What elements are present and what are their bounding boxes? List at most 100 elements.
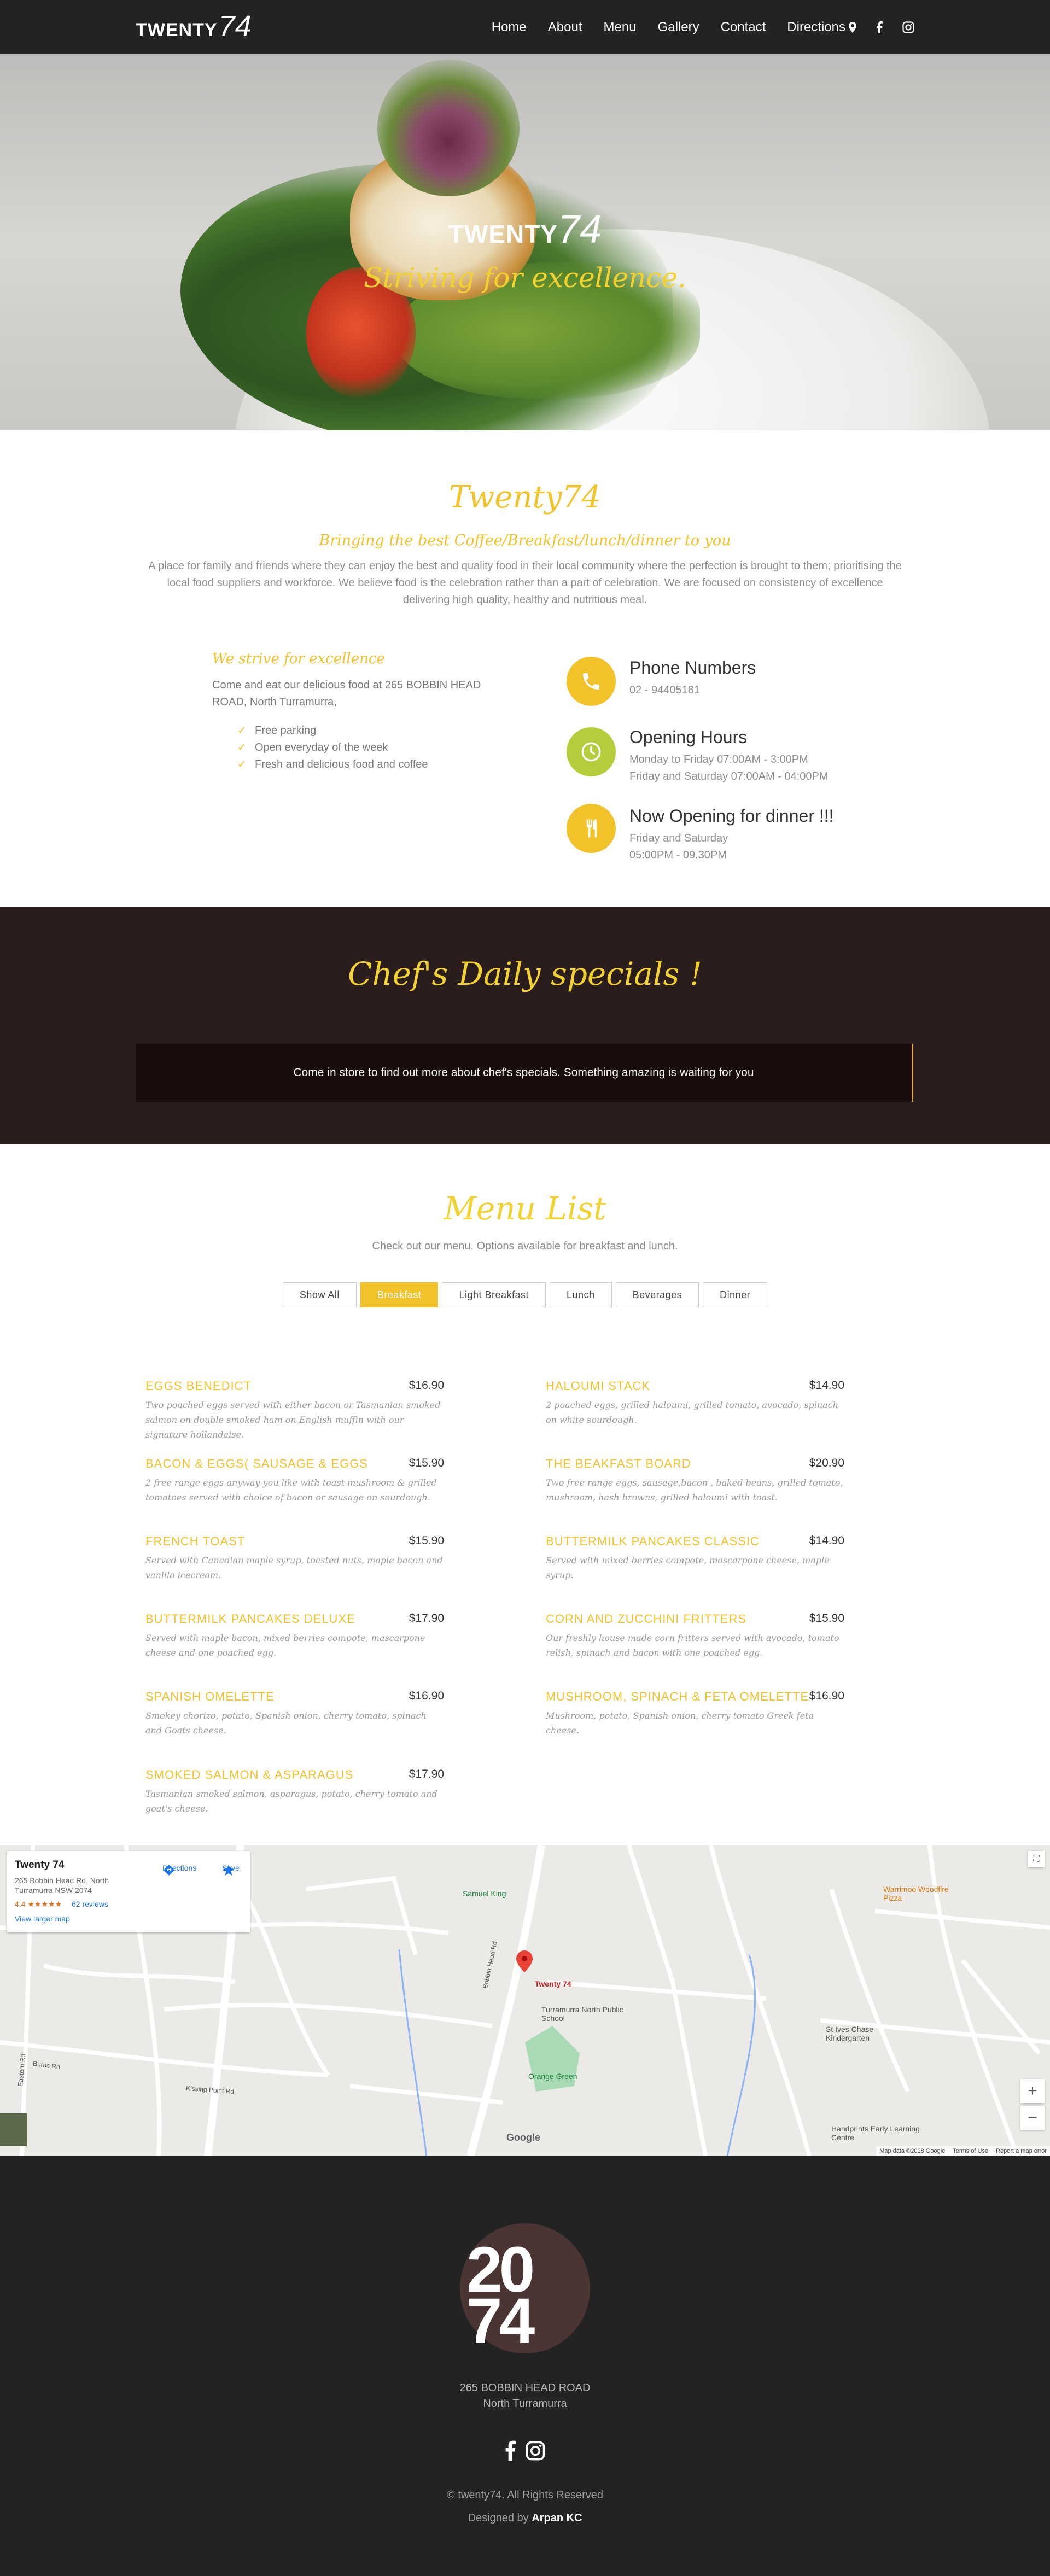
list-item: ✓ Open everyday of the week <box>237 739 428 756</box>
designer-link[interactable]: Arpan KC <box>532 2512 582 2524</box>
menu-item-price: $14.90 <box>809 1379 844 1392</box>
menu-item-price: $15.90 <box>809 1612 844 1625</box>
dinner-title: Now Opening for dinner !!! <box>629 806 834 826</box>
menu-item-price: $14.90 <box>809 1534 844 1547</box>
directions-icon <box>164 1865 174 1876</box>
cutlery-icon <box>567 804 616 853</box>
zoom-in-button[interactable]: + <box>1020 2079 1045 2103</box>
tab-show-all[interactable]: Show All <box>282 1282 357 1307</box>
menu-item-name: The Beakfast Board <box>546 1457 691 1470</box>
menu-item-name: Bacon & Eggs( Sausage & Eggs <box>145 1457 368 1470</box>
hero-logo-number: 74 <box>558 208 602 252</box>
instagram-icon[interactable] <box>902 21 914 33</box>
main-menu: Home About Menu Gallery Contact Directio… <box>470 0 914 54</box>
fullscreen-icon: ⛶ <box>1033 1854 1040 1864</box>
logo-text: TWENTY <box>136 20 218 40</box>
menu-item: The Beakfast Board $20.90 Two free range… <box>546 1457 844 1505</box>
map-label-st-ives: St Ives Chase Kindergarten <box>826 2025 874 2042</box>
nav-directions[interactable]: Directions <box>787 20 856 35</box>
menu-item-name: Smoked Salmon & Asparagus <box>145 1768 354 1781</box>
menu-item-price: $16.90 <box>809 1690 844 1702</box>
list-item: ✓ Fresh and delicious food and coffee <box>237 756 428 773</box>
map-pin-icon <box>849 21 856 33</box>
intro-title: Twenty74 <box>449 480 601 515</box>
footer-address-line2: North Turramurra <box>483 2398 567 2410</box>
intro-text: A place for family and friends where the… <box>148 560 902 606</box>
menu-item-name: Buttermilk pancakes Classic <box>546 1534 760 1548</box>
tab-beverages[interactable]: Beverages <box>615 1282 699 1307</box>
menu-item-desc: Tasmanian smoked salmon, asparagus, pota… <box>145 1789 438 1814</box>
place-name: Twenty 74 <box>15 1859 65 1871</box>
menu-item-price: $17.90 <box>409 1768 444 1780</box>
hero-tagline: Striving for excellence. <box>364 262 686 294</box>
menu-item-price: $16.90 <box>409 1690 444 1702</box>
phone-number[interactable]: 02 - 94405181 <box>629 682 700 699</box>
menu-item-name: Eggs Benedict <box>145 1379 252 1393</box>
directions-button[interactable]: Directions <box>162 1864 196 1876</box>
menu-item: Spanish Omelette $16.90 Smokey chorizo, … <box>145 1690 444 1738</box>
designer-prefix: Designed by <box>468 2512 529 2524</box>
nav-menu[interactable]: Menu <box>604 20 637 35</box>
site-logo[interactable]: TWENTY 74 <box>136 10 252 43</box>
report-error-link[interactable]: Report a map error <box>996 2148 1047 2154</box>
facebook-icon[interactable] <box>505 2440 516 2464</box>
menu-item-price: $15.90 <box>409 1534 444 1547</box>
menu-title: Menu List <box>444 1190 606 1227</box>
menu-item-desc: Mushroom, potato, Spanish onion, cherry … <box>546 1710 814 1736</box>
badge-number-bottom: 74 <box>466 2285 535 2357</box>
menu-item: Buttermilk pancakes Deluxe $17.90 Served… <box>145 1612 444 1660</box>
footer-logo-badge: 20 74 <box>460 2223 590 2353</box>
tab-light-breakfast[interactable]: Light Breakfast <box>442 1282 546 1307</box>
zoom-out-button[interactable]: − <box>1020 2106 1045 2130</box>
menu-item-desc: Smokey chorizo, potato, Spanish onion, c… <box>145 1710 427 1736</box>
map-label-marker: Twenty 74 <box>535 1979 571 1988</box>
menu-item-name: Mushroom, Spinach & Feta Omelette <box>546 1690 809 1703</box>
save-button[interactable]: Save <box>222 1864 240 1876</box>
hero-banner: TWENTY74 Striving for excellence. <box>0 54 1050 430</box>
menu-item-desc: Our freshly house made corn fritters ser… <box>546 1633 839 1658</box>
place-rating: 4.4 ★★★★★ 62 reviews <box>15 1900 242 1909</box>
top-navbar: TWENTY 74 Home About Menu Gallery Contac… <box>0 0 1050 54</box>
feature-list: ✓ Free parking ✓ Open everyday of the week… <box>237 722 428 773</box>
check-icon: ✓ <box>237 725 247 737</box>
footer-address-line1: 265 BOBBIN HEAD ROAD <box>459 2382 591 2394</box>
hours-weekend: Friday and Saturday 07:00AM - 04:00PM <box>629 770 829 782</box>
view-larger-map-link[interactable]: View larger map <box>15 1914 242 1923</box>
feature-label: Fresh and delicious food and coffee <box>255 758 428 770</box>
menu-item-name: Buttermilk pancakes Deluxe <box>145 1612 355 1626</box>
menu-item-desc: 2 free range eggs anyway you like with t… <box>145 1477 437 1503</box>
google-map[interactable]: Twenty 74 265 Bobbin Head Rd, North Turr… <box>0 1845 1050 2156</box>
map-marker-icon[interactable] <box>516 1950 533 1972</box>
phone-icon <box>567 657 616 706</box>
nav-about[interactable]: About <box>548 20 582 35</box>
menu-item-price: $20.90 <box>809 1457 844 1469</box>
map-label-orange-green: Orange Green <box>528 2072 578 2081</box>
facebook-icon[interactable] <box>876 21 883 33</box>
instagram-icon[interactable] <box>526 2440 545 2464</box>
terms-link[interactable]: Terms of Use <box>953 2148 988 2154</box>
nav-contact[interactable]: Contact <box>721 20 766 35</box>
specials-callout: Come in store to find out more about che… <box>136 1044 913 1102</box>
tab-dinner[interactable]: Dinner <box>703 1282 768 1307</box>
nav-home[interactable]: Home <box>492 20 527 35</box>
tab-lunch[interactable]: Lunch <box>550 1282 612 1307</box>
menu-item-name: Spanish Omelette <box>145 1690 275 1703</box>
specials-section: Chef's Daily specials ! Come in store to… <box>0 907 1050 1144</box>
hero-logo-text: TWENTY <box>448 220 558 248</box>
menu-item: Haloumi Stack $14.90 2 poached eggs, gri… <box>546 1379 844 1427</box>
map-attribution: Map data ©2018 Google Terms of Use Repor… <box>876 2146 1050 2156</box>
designer-credit: Designed by Arpan KC <box>0 2512 1050 2525</box>
footer-address: 265 BOBBIN HEAD ROAD North Turramurra <box>0 2380 1050 2412</box>
tab-breakfast[interactable]: Breakfast <box>360 1282 439 1307</box>
list-item: ✓ Free parking <box>237 722 428 739</box>
fullscreen-button[interactable]: ⛶ <box>1028 1851 1045 1867</box>
google-logo: Google <box>506 2132 540 2143</box>
site-footer: 20 74 265 BOBBIN HEAD ROAD North Turramu… <box>0 2156 1050 2576</box>
nav-gallery[interactable]: Gallery <box>658 20 699 35</box>
logo-number: 74 <box>218 10 252 43</box>
dinner-hours: 05:00PM - 09.30PM <box>629 849 727 861</box>
clock-icon <box>567 727 616 776</box>
reviews-link[interactable]: 62 reviews <box>72 1900 108 1908</box>
map-data-credit: Map data ©2018 Google <box>879 2148 946 2154</box>
menu-item-desc: Served with maple bacon, mixed berries c… <box>145 1633 425 1658</box>
